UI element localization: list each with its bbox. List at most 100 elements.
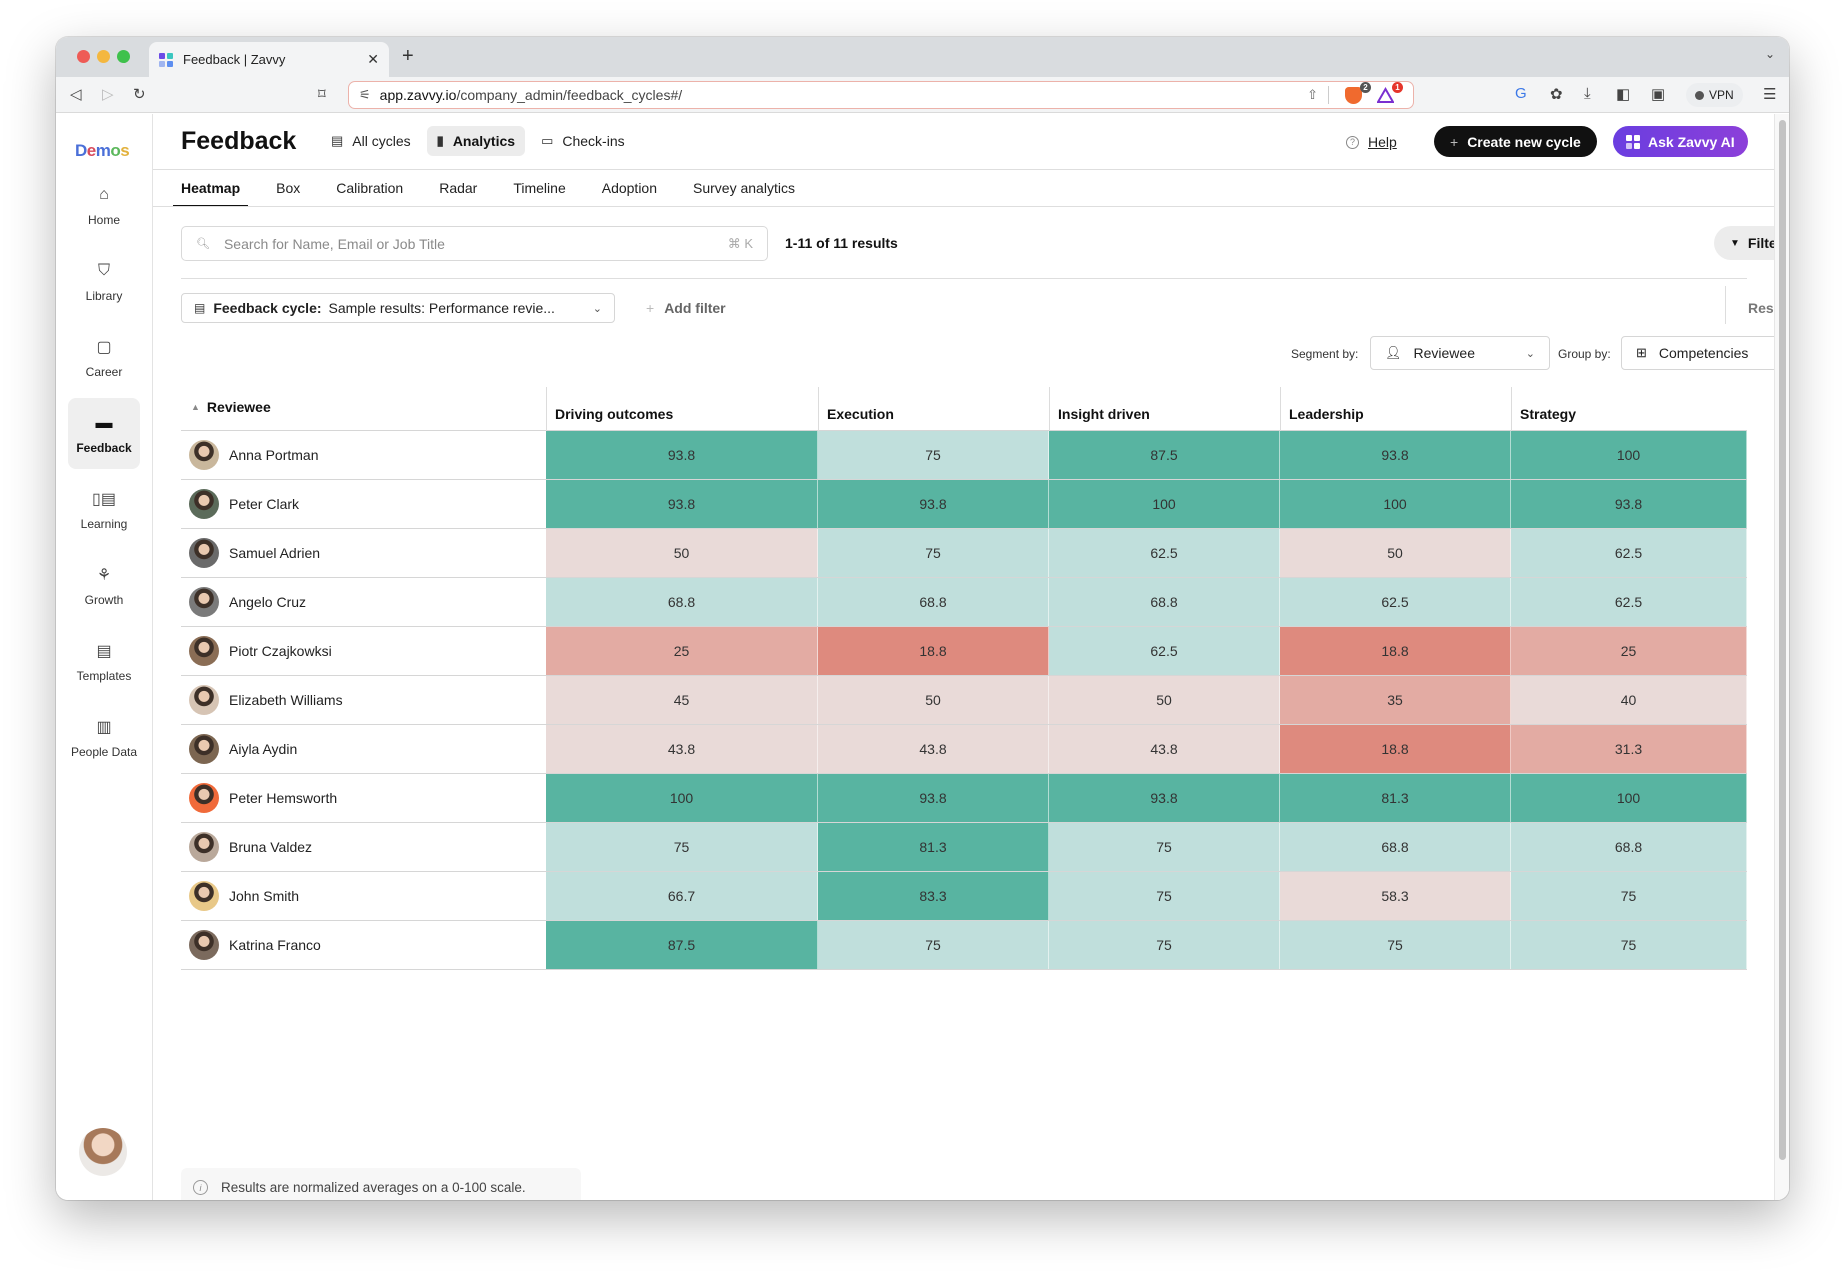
segment-by-select[interactable]: 👤︎ Reviewee ⌄ bbox=[1370, 336, 1550, 370]
download-icon[interactable]: ⤓ bbox=[1584, 85, 1591, 102]
column-header-insight-driven[interactable]: Insight driven bbox=[1049, 387, 1280, 431]
maximize-window-button[interactable] bbox=[117, 50, 130, 63]
heatmap-cell[interactable]: 81.3 bbox=[1280, 774, 1511, 822]
share-icon[interactable]: ⇧ bbox=[1307, 87, 1318, 103]
heatmap-cell[interactable]: 18.8 bbox=[818, 627, 1049, 675]
site-settings-icon[interactable]: ⚟ bbox=[359, 87, 371, 103]
heatmap-cell[interactable]: 75 bbox=[1049, 921, 1280, 969]
reviewee-cell[interactable]: Peter Hemsworth bbox=[189, 783, 337, 813]
minimize-window-button[interactable] bbox=[97, 50, 110, 63]
reviewee-cell[interactable]: Katrina Franco bbox=[189, 930, 321, 960]
heatmap-cell[interactable]: 68.8 bbox=[1511, 823, 1747, 871]
heatmap-cell[interactable]: 81.3 bbox=[818, 823, 1049, 871]
back-icon[interactable]: ◁ bbox=[70, 85, 82, 103]
tab-adoption[interactable]: Adoption bbox=[594, 169, 665, 206]
heatmap-cell[interactable]: 18.8 bbox=[1280, 627, 1511, 675]
vpn-button[interactable]: VPN bbox=[1686, 83, 1743, 107]
heatmap-cell[interactable]: 40 bbox=[1511, 676, 1747, 724]
heatmap-cell[interactable]: 100 bbox=[546, 774, 818, 822]
page-scrollbar[interactable] bbox=[1774, 114, 1789, 1200]
heatmap-cell[interactable]: 93.8 bbox=[1280, 431, 1511, 479]
heatmap-cell[interactable]: 75 bbox=[1280, 921, 1511, 969]
heatmap-cell[interactable]: 50 bbox=[818, 676, 1049, 724]
wallet-icon[interactable]: ▣ bbox=[1651, 85, 1665, 103]
brave-shields-icon[interactable]: 2 bbox=[1345, 82, 1371, 105]
heatmap-cell[interactable]: 35 bbox=[1280, 676, 1511, 724]
heatmap-cell[interactable]: 93.8 bbox=[1511, 480, 1747, 528]
heatmap-cell[interactable]: 75 bbox=[818, 921, 1049, 969]
heatmap-cell[interactable]: 62.5 bbox=[1511, 529, 1747, 577]
search-input[interactable] bbox=[223, 235, 728, 252]
heatmap-cell[interactable]: 68.8 bbox=[546, 578, 818, 626]
translate-icon[interactable]: G bbox=[1515, 85, 1527, 102]
sidebar-item-growth[interactable]: ⚘ Growth bbox=[68, 550, 140, 621]
heatmap-cell[interactable]: 93.8 bbox=[546, 431, 818, 479]
feedback-cycle-filter[interactable]: ▤ Feedback cycle: Sample results: Perfor… bbox=[181, 293, 615, 323]
bookmark-icon[interactable]: ⌑ bbox=[318, 85, 326, 103]
heatmap-cell[interactable]: 25 bbox=[1511, 627, 1747, 675]
heatmap-cell[interactable]: 93.8 bbox=[546, 480, 818, 528]
nav-check-ins[interactable]: ▭ Check-ins bbox=[531, 126, 635, 156]
heatmap-cell[interactable]: 62.5 bbox=[1511, 578, 1747, 626]
reviewee-cell[interactable]: Piotr Czajkowksi bbox=[189, 636, 332, 666]
brave-rewards-icon[interactable]: 1 bbox=[1377, 82, 1403, 105]
nav-all-cycles[interactable]: ▤ All cycles bbox=[321, 126, 421, 156]
heatmap-cell[interactable]: 75 bbox=[546, 823, 818, 871]
sidebar-toggle-icon[interactable]: ◧ bbox=[1616, 85, 1630, 103]
heatmap-cell[interactable]: 100 bbox=[1049, 480, 1280, 528]
heatmap-cell[interactable]: 25 bbox=[546, 627, 818, 675]
tab-box[interactable]: Box bbox=[268, 169, 308, 206]
tab-heatmap[interactable]: Heatmap bbox=[173, 169, 249, 207]
heatmap-cell[interactable]: 93.8 bbox=[1049, 774, 1280, 822]
close-window-button[interactable] bbox=[77, 50, 90, 63]
heatmap-cell[interactable]: 43.8 bbox=[1049, 725, 1280, 773]
help-link[interactable]: ? Help bbox=[1346, 134, 1397, 150]
sidebar-item-feedback[interactable]: ▬ Feedback bbox=[68, 398, 140, 469]
browser-tab[interactable]: Feedback | Zavvy ✕ bbox=[149, 42, 389, 77]
heatmap-cell[interactable]: 62.5 bbox=[1280, 578, 1511, 626]
create-new-cycle-button[interactable]: + Create new cycle bbox=[1434, 126, 1597, 157]
heatmap-cell[interactable]: 66.7 bbox=[546, 872, 818, 920]
heatmap-cell[interactable]: 45 bbox=[546, 676, 818, 724]
reviewee-cell[interactable]: Bruna Valdez bbox=[189, 832, 312, 862]
heatmap-cell[interactable]: 68.8 bbox=[1280, 823, 1511, 871]
heatmap-cell[interactable]: 50 bbox=[1280, 529, 1511, 577]
heatmap-cell[interactable]: 75 bbox=[1511, 872, 1747, 920]
reviewee-cell[interactable]: Samuel Adrien bbox=[189, 538, 320, 568]
heatmap-cell[interactable]: 75 bbox=[1511, 921, 1747, 969]
scrollbar-thumb[interactable] bbox=[1779, 120, 1786, 1160]
heatmap-cell[interactable]: 43.8 bbox=[546, 725, 818, 773]
ask-zavvy-ai-button[interactable]: Ask Zavvy AI bbox=[1613, 126, 1748, 157]
reviewee-cell[interactable]: Elizabeth Williams bbox=[189, 685, 343, 715]
heatmap-cell[interactable]: 93.8 bbox=[818, 774, 1049, 822]
address-bar[interactable]: ⚟ app.zavvy.io /company_admin/feedback_c… bbox=[348, 81, 1414, 109]
sidebar-item-templates[interactable]: ▤ Templates bbox=[68, 626, 140, 697]
demos-logo[interactable]: Demos bbox=[75, 141, 130, 161]
heatmap-cell[interactable]: 68.8 bbox=[1049, 578, 1280, 626]
reviewee-cell[interactable]: Anna Portman bbox=[189, 440, 319, 470]
heatmap-cell[interactable]: 68.8 bbox=[818, 578, 1049, 626]
close-tab-icon[interactable]: ✕ bbox=[367, 51, 379, 68]
column-header-strategy[interactable]: Strategy bbox=[1511, 387, 1747, 431]
tab-list-chevron-icon[interactable]: ⌄ bbox=[1765, 47, 1775, 61]
sidebar-item-learning[interactable]: ▯▤ Learning bbox=[68, 474, 140, 545]
sidebar-item-people-data[interactable]: ▥ People Data bbox=[68, 702, 140, 773]
heatmap-cell[interactable]: 18.8 bbox=[1280, 725, 1511, 773]
heatmap-cell[interactable]: 87.5 bbox=[546, 921, 818, 969]
menu-icon[interactable]: ☰ bbox=[1763, 85, 1776, 103]
extensions-icon[interactable]: ✿ bbox=[1550, 85, 1563, 103]
column-header-driving-outcomes[interactable]: Driving outcomes bbox=[546, 387, 818, 431]
heatmap-cell[interactable]: 62.5 bbox=[1049, 529, 1280, 577]
heatmap-cell[interactable]: 100 bbox=[1511, 774, 1747, 822]
search-box[interactable]: 🔍︎ ⌘ K bbox=[181, 226, 768, 261]
reviewee-cell[interactable]: Aiyla Aydin bbox=[189, 734, 297, 764]
heatmap-cell[interactable]: 75 bbox=[1049, 823, 1280, 871]
tab-radar[interactable]: Radar bbox=[431, 169, 485, 206]
heatmap-cell[interactable]: 58.3 bbox=[1280, 872, 1511, 920]
column-header-leadership[interactable]: Leadership bbox=[1280, 387, 1511, 431]
heatmap-cell[interactable]: 87.5 bbox=[1049, 431, 1280, 479]
heatmap-cell[interactable]: 93.8 bbox=[818, 480, 1049, 528]
reviewee-column-header[interactable]: ▲ Reviewee bbox=[191, 399, 271, 415]
heatmap-cell[interactable]: 43.8 bbox=[818, 725, 1049, 773]
nav-analytics[interactable]: ▮ Analytics bbox=[426, 126, 526, 156]
